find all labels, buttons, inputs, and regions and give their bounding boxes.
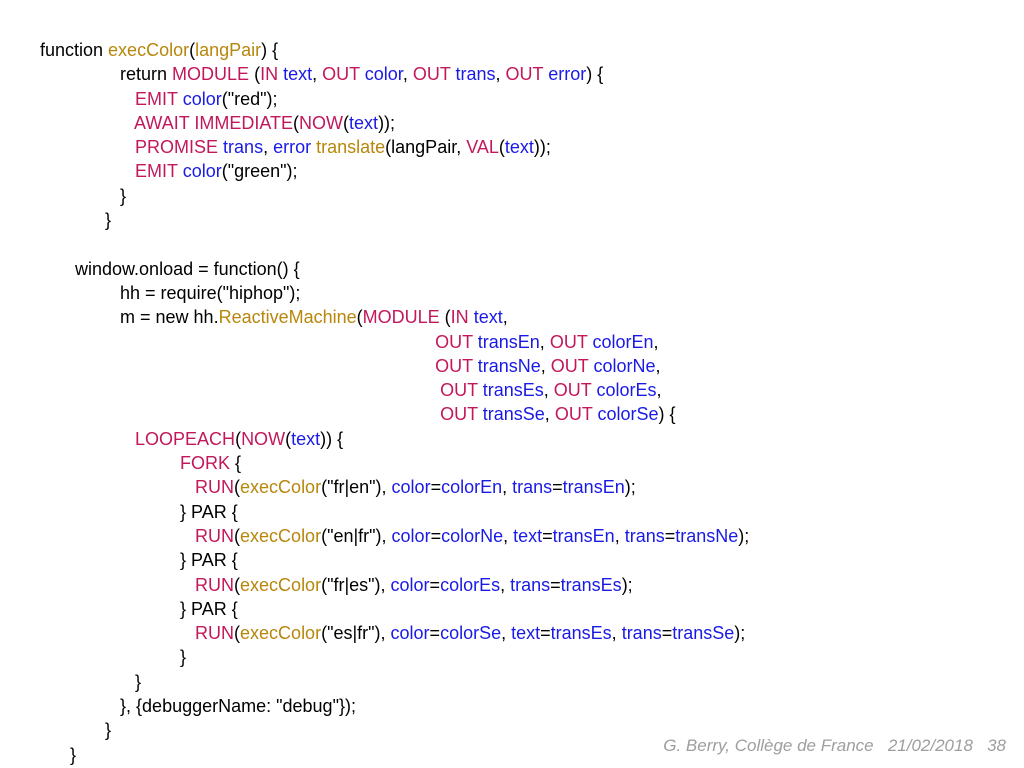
slide-footer: G. Berry, Collège de France 21/02/2018 3… (663, 736, 1006, 756)
footer-page: 38 (987, 736, 1006, 755)
footer-date: 21/02/2018 (888, 736, 973, 755)
footer-author: G. Berry, Collège de France (663, 736, 873, 755)
code-block: function execColor(langPair) { return MO… (40, 38, 749, 767)
